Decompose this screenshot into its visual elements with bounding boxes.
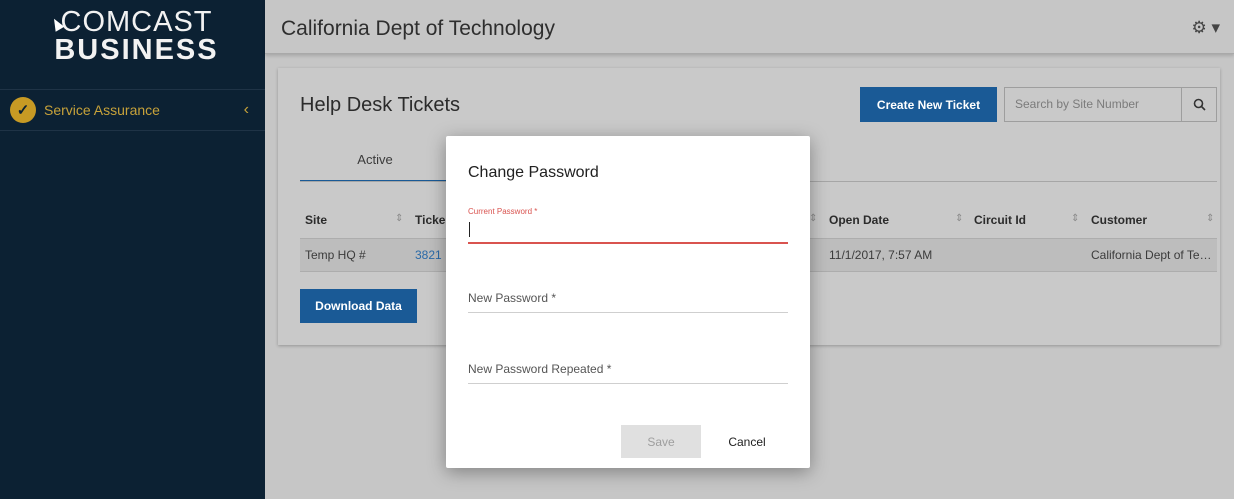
column-header-ticket[interactable]: Ticke xyxy=(415,213,445,227)
column-header-site[interactable]: Site xyxy=(305,213,327,227)
cell-open-date: 11/1/2017, 7:57 AM xyxy=(829,248,933,262)
gear-icon[interactable]: ⚙ ▾ xyxy=(1192,18,1221,38)
chevron-left-icon[interactable]: ‹ xyxy=(244,101,249,119)
page-title: California Dept of Technology xyxy=(281,17,555,40)
search-icon[interactable] xyxy=(1181,87,1217,122)
sidebar-item-label: Service Assurance xyxy=(44,102,160,118)
text-caret xyxy=(469,222,470,237)
column-header-circuit-id[interactable]: Circuit Id xyxy=(974,213,1026,227)
comcast-business-logo[interactable]: COMCAST BUSINESS xyxy=(0,6,265,66)
check-circle-icon: ✓ xyxy=(10,97,36,123)
search-icon-graphic xyxy=(1193,98,1206,111)
sort-icon[interactable]: ⇕ xyxy=(955,213,963,224)
search-input[interactable]: Search by Site Number xyxy=(1004,87,1182,122)
current-password-label: Current Password * xyxy=(468,207,538,216)
tab-active[interactable]: Active xyxy=(300,148,450,182)
sort-icon[interactable]: ⇕ xyxy=(1206,213,1214,224)
logo-line-2: BUSINESS xyxy=(54,34,219,66)
sidebar-item-service-assurance[interactable]: ✓ Service Assurance ‹ xyxy=(0,89,265,131)
sort-icon[interactable]: ⇕ xyxy=(395,213,403,224)
new-password-field[interactable]: New Password * xyxy=(468,287,788,313)
modal-title: Change Password xyxy=(468,164,599,181)
cell-ticket-link[interactable]: 3821 xyxy=(415,248,442,262)
create-ticket-button[interactable]: Create New Ticket xyxy=(860,87,997,122)
current-password-field[interactable] xyxy=(468,218,788,244)
column-header-customer[interactable]: Customer xyxy=(1091,213,1147,227)
column-header-open-date[interactable]: Open Date xyxy=(829,213,889,227)
change-password-modal: Change Password Current Password * New P… xyxy=(446,136,810,468)
cancel-button[interactable]: Cancel xyxy=(714,425,780,458)
sort-icon[interactable]: ⇕ xyxy=(1071,213,1079,224)
cell-site: Temp HQ # xyxy=(305,248,366,262)
download-data-button[interactable]: Download Data xyxy=(300,289,417,323)
new-password-repeated-field[interactable]: New Password Repeated * xyxy=(468,358,788,384)
sidebar: COMCAST BUSINESS ✓ Service Assurance ‹ xyxy=(0,0,265,499)
top-bar: California Dept of Technology ⚙ ▾ xyxy=(265,0,1234,54)
cell-customer: California Dept of Te… xyxy=(1091,248,1212,262)
sort-icon[interactable]: ⇕ xyxy=(809,213,817,224)
save-button[interactable]: Save xyxy=(621,425,701,458)
card-title: Help Desk Tickets xyxy=(300,94,461,116)
logo-line-1: COMCAST xyxy=(60,6,213,38)
